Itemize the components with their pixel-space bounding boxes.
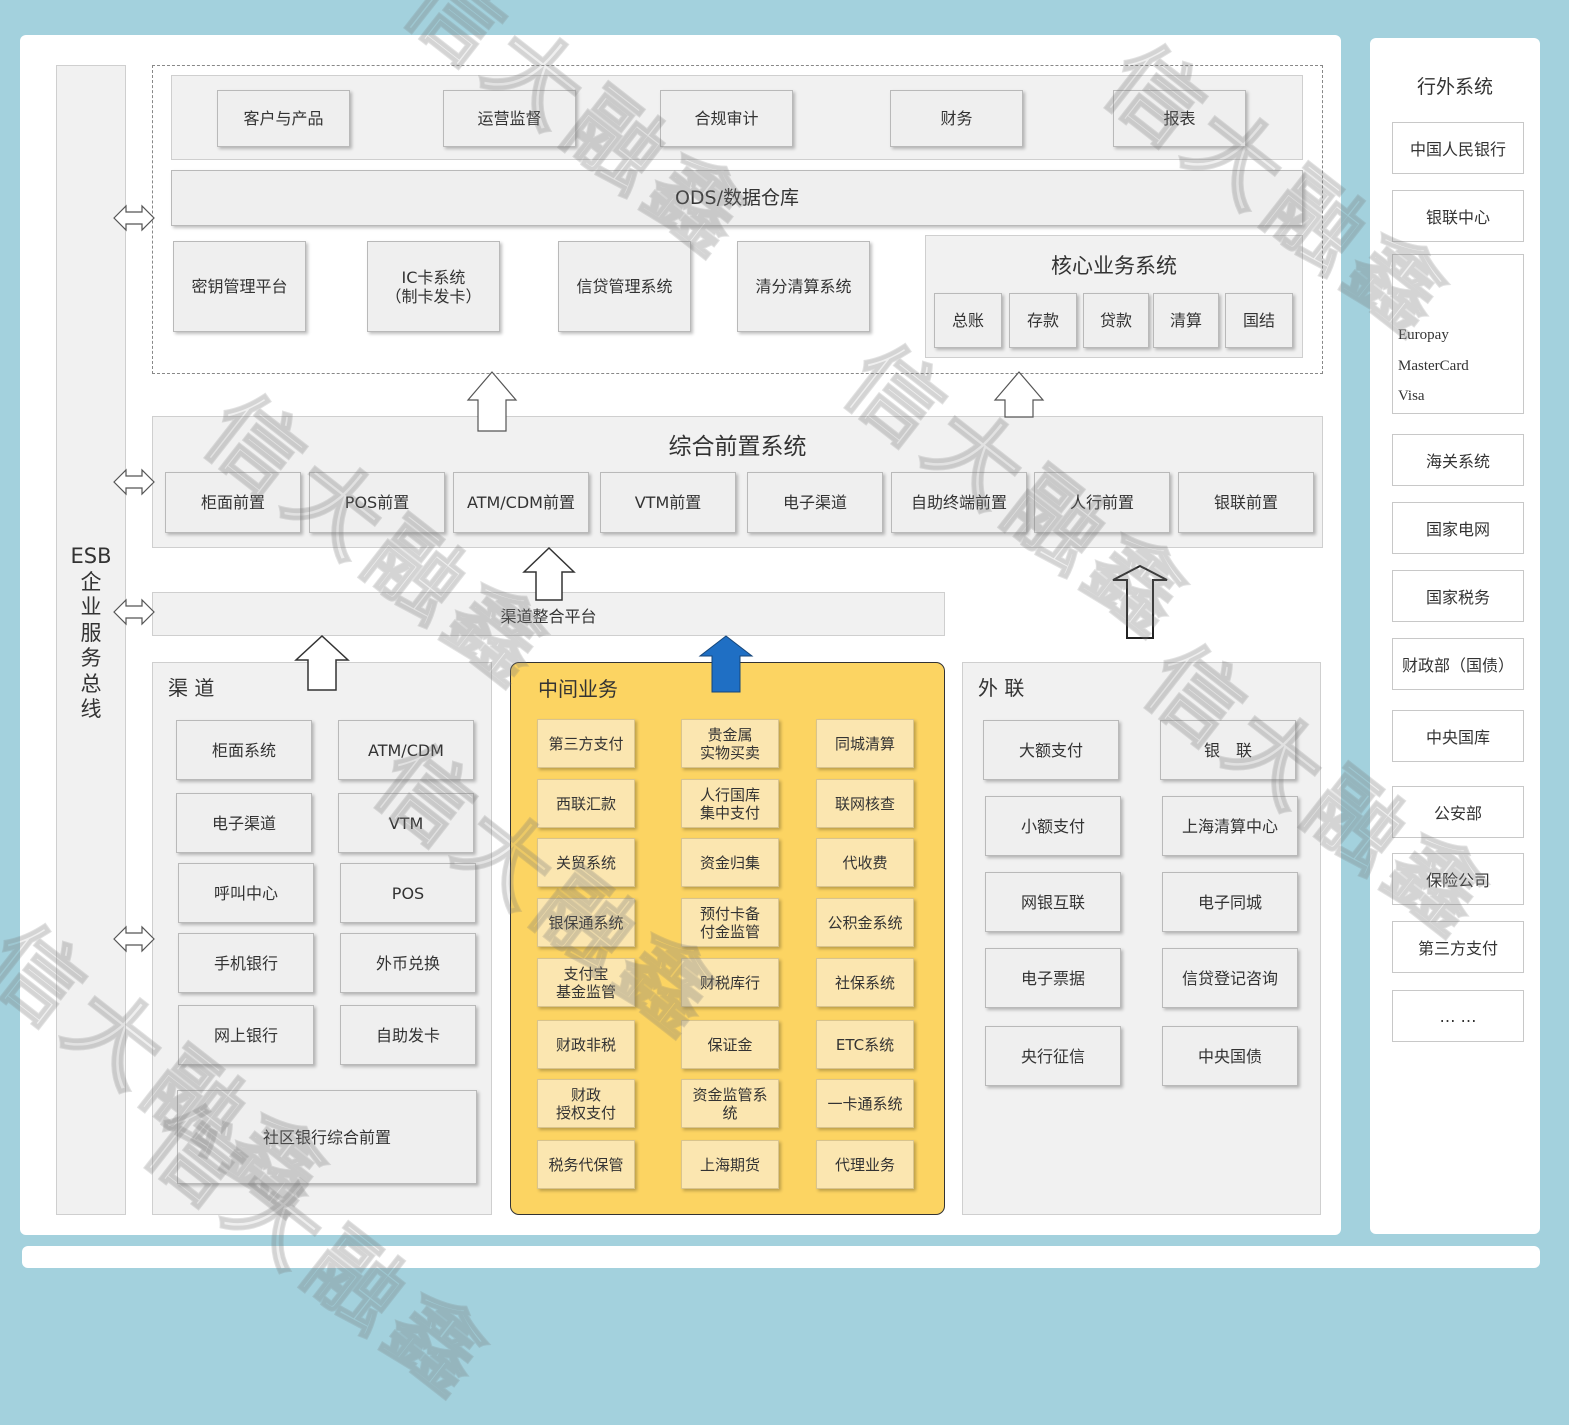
esb-link-arrow-4 bbox=[113, 926, 155, 952]
up-arrow-middle-business bbox=[698, 635, 754, 693]
up-arrow-channels bbox=[294, 634, 350, 691]
esb-link-arrow-3 bbox=[113, 599, 155, 625]
esb-link-arrow-1 bbox=[113, 205, 155, 231]
arrows-layer bbox=[113, 205, 1168, 952]
up-arrow-external bbox=[1112, 564, 1168, 639]
up-arrow-platform bbox=[522, 546, 576, 601]
up-arrow-frontend-right bbox=[993, 371, 1045, 418]
up-arrow-frontend-left bbox=[466, 371, 518, 432]
esb-link-arrow-2 bbox=[113, 469, 155, 495]
